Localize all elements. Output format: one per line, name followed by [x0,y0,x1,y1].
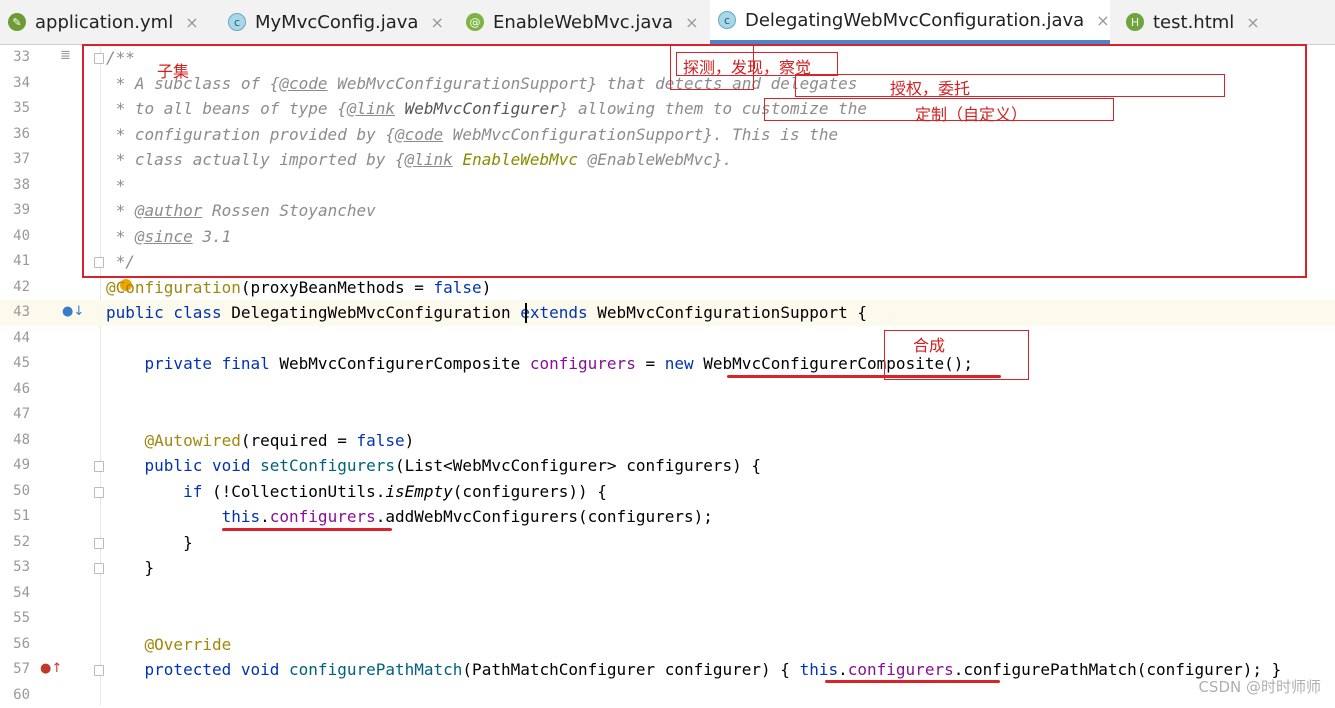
code-line: 42 @Configuration(proxyBeanMethods = fal… [0,275,1335,301]
close-icon[interactable]: × [685,13,698,32]
doc-render-icon[interactable]: ≣ [60,48,71,63]
tab-label: EnableWebMvc.java [493,12,673,33]
code-text: private final WebMvcConfigurerComposite … [106,351,973,377]
overridden-marker-icon[interactable]: ●↓ [62,304,84,319]
code-line: 49 public void setConfigurers(List<WebMv… [0,453,1335,479]
tab-enablewebmvc[interactable]: @ EnableWebMvc.java × [458,0,701,44]
tab-label: DelegatingWebMvcConfiguration.java [745,10,1084,31]
line-number: 57 [0,657,30,683]
code-line: 45 private final WebMvcConfigurerComposi… [0,351,1335,377]
code-line: 46 [0,377,1335,403]
close-icon[interactable]: × [185,13,198,32]
line-number: 48 [0,428,30,454]
line-number: 39 [0,198,30,224]
class-icon: c [718,11,736,29]
code-line-current: 43 ●↓ public class DelegatingWebMvcConfi… [0,300,1335,326]
code-text: @Override [106,632,231,658]
fold-icon[interactable] [94,487,104,498]
line-number: 51 [0,504,30,530]
line-number: 44 [0,326,30,352]
line-number: 47 [0,402,30,428]
code-line: 48 @Autowired(required = false) [0,428,1335,454]
line-number: 49 [0,453,30,479]
line-number: 37 [0,147,30,173]
code-line: 57 ●↑ protected void configurePathMatch(… [0,657,1335,683]
line-number: 41 [0,249,30,275]
code-text: protected void configurePathMatch(PathMa… [106,657,1281,683]
line-number: 43 [0,300,30,326]
code-line: 56 @Override [0,632,1335,658]
code-line: 55 [0,606,1335,632]
tab-mymvcconfig[interactable]: c MyMvcConfig.java × [220,0,448,44]
code-text: this.configurers.addWebMvcConfigurers(co… [106,504,713,530]
close-icon[interactable]: × [1246,13,1259,32]
tab-label: test.html [1153,12,1234,33]
code-text: if (!CollectionUtils.isEmpty(configurers… [106,479,607,505]
code-text: @Configuration(proxyBeanMethods = false) [106,275,491,301]
yml-file-icon: ✎ [8,13,26,31]
code-text: } [106,555,154,581]
line-number: 60 [0,683,30,708]
composite-highlight-box [884,330,1029,380]
annotation-icon: @ [466,13,484,31]
line-number: 33 [0,45,30,71]
fold-icon[interactable] [94,665,104,676]
tab-label: application.yml [35,12,173,33]
code-text: public class DelegatingWebMvcConfigurati… [106,300,867,326]
code-line: 53 } [0,555,1335,581]
delegates-highlight-box [795,74,1225,97]
code-line: 50 if (!CollectionUtils.isEmpty(configur… [0,479,1335,505]
composite-underline [727,375,1001,378]
line-number: 36 [0,122,30,148]
fold-icon[interactable] [94,563,104,574]
close-icon[interactable]: × [430,13,443,32]
fold-icon[interactable] [94,461,104,472]
line-number: 40 [0,224,30,250]
watermark: CSDN @时时师师 [1198,676,1321,697]
editor-tab-bar: ✎ application.yml × c MyMvcConfig.java ×… [0,0,1335,45]
note-customize: 定制（自定义） [915,101,1027,125]
code-line: 51 this.configurers.addWebMvcConfigurers… [0,504,1335,530]
line-number: 53 [0,555,30,581]
code-text: } [106,530,193,556]
note-delegate: 授权，委托 [890,75,970,99]
tab-delegatingwebmvcconfiguration[interactable]: c DelegatingWebMvcConfiguration.java × [710,0,1110,44]
line-number: 55 [0,606,30,632]
this-configurers-underline [222,528,392,531]
note-composite: 合成 [913,332,945,356]
tab-application-yml[interactable]: ✎ application.yml × [0,0,210,44]
code-line: 52 } [0,530,1335,556]
line-number: 35 [0,96,30,122]
code-line: 54 [0,581,1335,607]
code-text: public void setConfigurers(List<WebMvcCo… [106,453,761,479]
line-number: 50 [0,479,30,505]
tab-test-html[interactable]: H test.html × [1118,0,1268,44]
fold-icon[interactable] [94,538,104,549]
override-marker-icon[interactable]: ●↑ [40,661,62,676]
text-caret [525,303,527,323]
line-number: 52 [0,530,30,556]
line-number: 54 [0,581,30,607]
code-line: 60 [0,683,1335,708]
line-number: 34 [0,71,30,97]
code-line: 44 [0,326,1335,352]
note-detect: 探测，发现，察觉 [683,54,811,78]
line-number: 45 [0,351,30,377]
tab-label: MyMvcConfig.java [255,12,418,33]
note-subset: 子集 [157,58,189,82]
html-file-icon: H [1126,13,1144,31]
this-configurers-underline-2 [825,680,1000,683]
code-text: @Autowired(required = false) [106,428,414,454]
class-icon: c [228,13,246,31]
code-line: 47 [0,402,1335,428]
line-number: 38 [0,173,30,199]
line-number: 42 [0,275,30,301]
line-number: 56 [0,632,30,658]
line-number: 46 [0,377,30,403]
close-icon[interactable]: × [1096,11,1109,30]
